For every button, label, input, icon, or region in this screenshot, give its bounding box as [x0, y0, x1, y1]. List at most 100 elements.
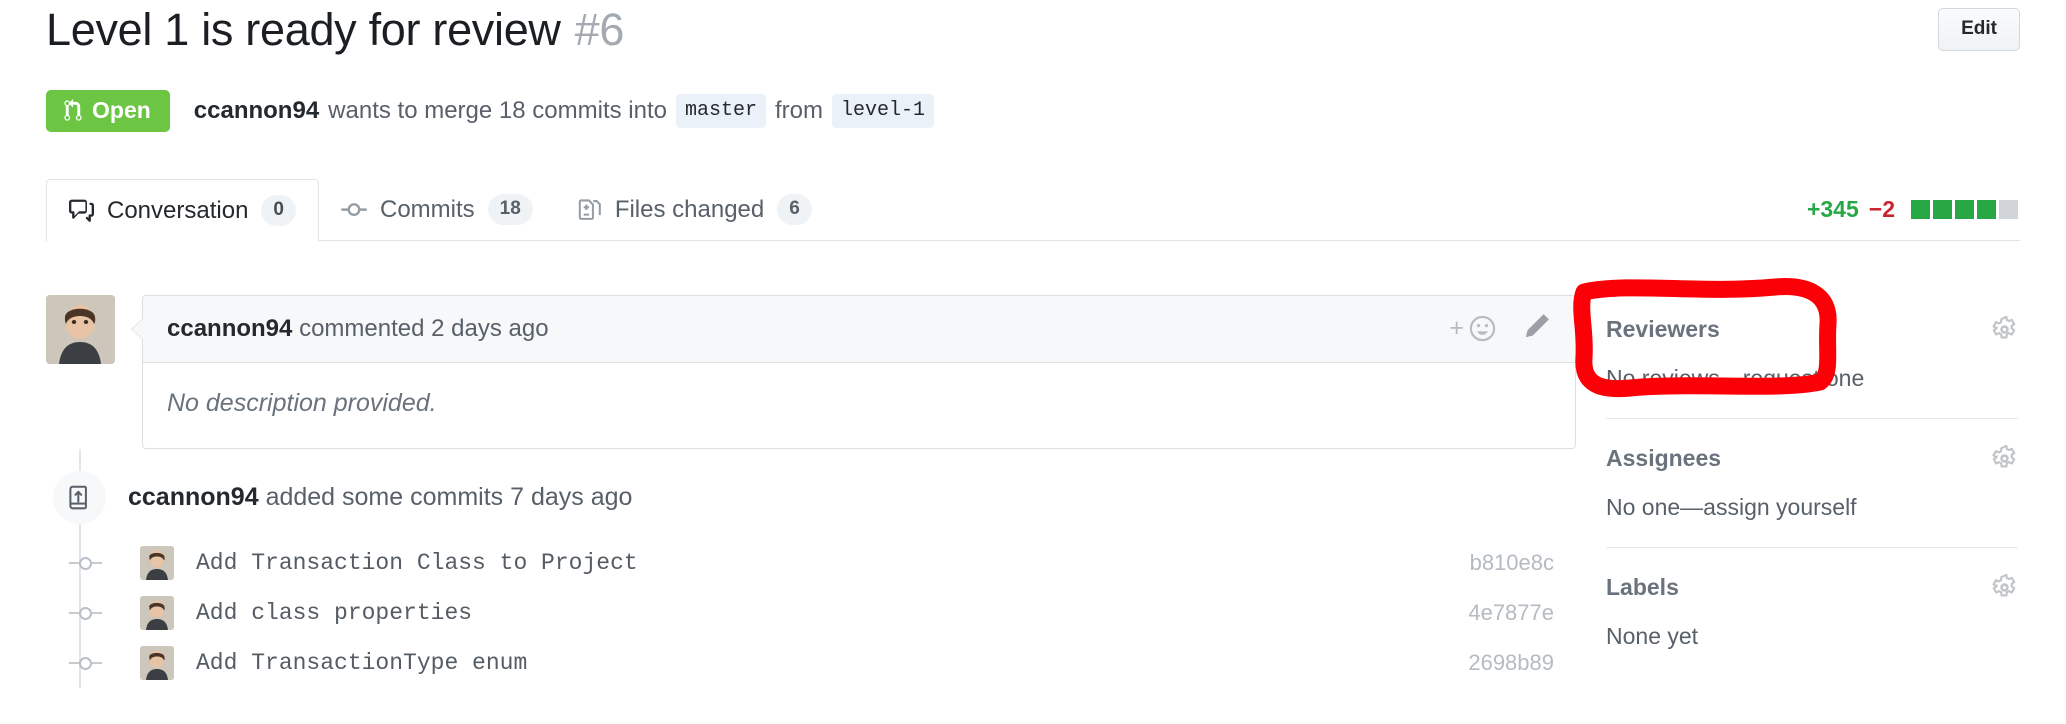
tab-commits-count: 18	[487, 194, 533, 225]
commit-sha[interactable]: b810e8c	[1470, 550, 1554, 576]
commit-dash-left	[69, 662, 79, 664]
event-action: added some commits	[265, 483, 504, 511]
base-branch-chip[interactable]: master	[675, 94, 766, 129]
commit-avatar[interactable]	[140, 546, 174, 580]
assignees-value[interactable]: No one—assign yourself	[1606, 472, 2018, 521]
commit-node-icon	[59, 606, 112, 620]
tab-list: Conversation 0 Commits 18 Files changed …	[46, 178, 2020, 242]
edit-button[interactable]: Edit	[1938, 8, 2020, 51]
commit-node-icon	[59, 556, 112, 570]
commit-circle	[79, 606, 92, 620]
add-reaction-icon[interactable]: +	[1449, 314, 1497, 343]
labels-value: None yet	[1606, 623, 1699, 649]
commit-row: Add class properties 4e7877e	[46, 588, 1576, 638]
commit-avatar[interactable]	[140, 596, 174, 630]
comment-author[interactable]: ccannon94	[167, 315, 292, 342]
pr-sidebar: Reviewers No reviews—request one Assigne…	[1606, 290, 2018, 650]
labels-header: Labels	[1606, 548, 2018, 601]
pencil-icon[interactable]	[1523, 312, 1551, 345]
commit-message[interactable]: Add TransactionType enum	[196, 650, 527, 676]
assignees-title: Assignees	[1606, 445, 1722, 471]
comment-actions: +	[1449, 312, 1551, 345]
commit-circle	[79, 656, 92, 670]
tab-conversation-label: Conversation	[107, 196, 249, 224]
timeline-event-commits-pushed: ccannon94 added some commits 7 days ago	[46, 449, 1576, 524]
pr-header: Level 1 is ready for review #6	[46, 4, 2026, 56]
sidebar-section-reviewers: Reviewers No reviews—request one	[1606, 290, 2018, 392]
commit-sha[interactable]: 2698b89	[1468, 650, 1554, 676]
title-row: Level 1 is ready for review #6	[46, 4, 2026, 56]
tab-conversation[interactable]: Conversation 0	[46, 179, 319, 242]
commit-node-icon	[59, 656, 112, 670]
pr-number: #6	[574, 4, 625, 55]
reviewers-title: Reviewers	[1606, 316, 1720, 342]
diff-block	[1999, 200, 2018, 219]
reviewers-header: Reviewers	[1606, 290, 2018, 343]
tab-files-changed-count: 6	[777, 194, 812, 225]
comment-header: ccannon94 commented 2 days ago +	[143, 296, 1575, 363]
repo-push-icon	[53, 471, 106, 524]
pr-author[interactable]: ccannon94	[194, 97, 319, 125]
tab-conversation-count: 0	[261, 195, 296, 226]
commit-row: Add TransactionType enum 2698b89	[46, 638, 1576, 688]
git-pull-request-icon	[63, 99, 83, 122]
timeline-event-text: ccannon94 added some commits 7 days ago	[128, 483, 632, 512]
comment-timestamp: 2 days ago	[431, 314, 549, 342]
commit-dash-right	[92, 562, 102, 564]
merge-description: ccannon94 wants to merge 18 commits into…	[194, 94, 935, 129]
comment-thread: ccannon94 commented 2 days ago + No desc…	[46, 295, 1576, 449]
commit-avatar[interactable]	[140, 646, 174, 680]
commit-circle	[79, 556, 92, 570]
commit-sha[interactable]: 4e7877e	[1468, 600, 1554, 626]
commit-dash-left	[69, 612, 79, 614]
diff-file-icon	[577, 197, 602, 222]
comment-action: commented	[299, 314, 425, 342]
commit-row: Add Transaction Class to Project b810e8c	[46, 538, 1576, 588]
from-text: from	[775, 97, 823, 125]
commit-dash-right	[92, 612, 102, 614]
event-author[interactable]: ccannon94	[128, 483, 259, 511]
tab-commits[interactable]: Commits 18	[319, 178, 555, 241]
git-commit-icon	[341, 197, 367, 223]
tab-files-changed[interactable]: Files changed 6	[555, 178, 834, 241]
diff-block	[1933, 200, 1952, 219]
comment-discussion-icon	[69, 198, 94, 223]
pull-request-page: Level 1 is ready for review #6 Edit Open…	[0, 0, 2066, 724]
commit-message[interactable]: Add Transaction Class to Project	[196, 550, 638, 576]
status-badge: Open	[46, 90, 170, 133]
head-branch-chip[interactable]: level-1	[832, 94, 935, 129]
pr-meta-row: Open ccannon94 wants to merge 18 commits…	[46, 90, 935, 133]
page-title: Level 1 is ready for review	[46, 4, 561, 55]
plus-glyph: +	[1449, 314, 1464, 342]
commit-list: Add Transaction Class to Project b810e8c	[46, 538, 1576, 688]
comment-box: ccannon94 commented 2 days ago + No desc…	[131, 295, 1576, 449]
gear-icon[interactable]	[1991, 445, 2018, 472]
diff-block	[1955, 200, 1974, 219]
event-timestamp: 7 days ago	[510, 483, 633, 511]
diff-stat-blocks	[1911, 200, 2018, 219]
diff-deletions: −2	[1868, 196, 1895, 222]
assignees-header: Assignees	[1606, 419, 2018, 472]
commit-dash-left	[69, 562, 79, 564]
comment-arrow-inner	[132, 318, 144, 340]
conversation-timeline: ccannon94 commented 2 days ago + No desc…	[46, 295, 1576, 688]
merge-action-text: wants to merge 18 commits into	[328, 97, 667, 125]
sidebar-section-assignees: Assignees No one—assign yourself	[1606, 419, 2018, 521]
gear-icon[interactable]	[1991, 316, 2018, 343]
tab-files-changed-label: Files changed	[614, 195, 765, 223]
sidebar-section-labels: Labels None yet	[1606, 548, 2018, 650]
comment-body: No description provided.	[167, 389, 437, 417]
avatar[interactable]	[46, 295, 115, 364]
diff-stat: +345 −2	[1807, 196, 2018, 223]
gear-icon[interactable]	[1991, 574, 2018, 601]
comment-meta: ccannon94 commented 2 days ago	[167, 315, 549, 343]
tab-commits-label: Commits	[380, 195, 475, 223]
diff-block	[1977, 200, 1996, 219]
status-badge-label: Open	[92, 97, 151, 123]
reviewers-value[interactable]: No reviews—request one	[1606, 343, 2018, 392]
commit-message[interactable]: Add class properties	[196, 600, 472, 626]
labels-title: Labels	[1606, 574, 1679, 600]
timeline-rail-wrap: ccannon94 added some commits 7 days ago	[46, 449, 1576, 688]
diff-additions: +345	[1806, 196, 1859, 222]
diff-block	[1911, 200, 1930, 219]
